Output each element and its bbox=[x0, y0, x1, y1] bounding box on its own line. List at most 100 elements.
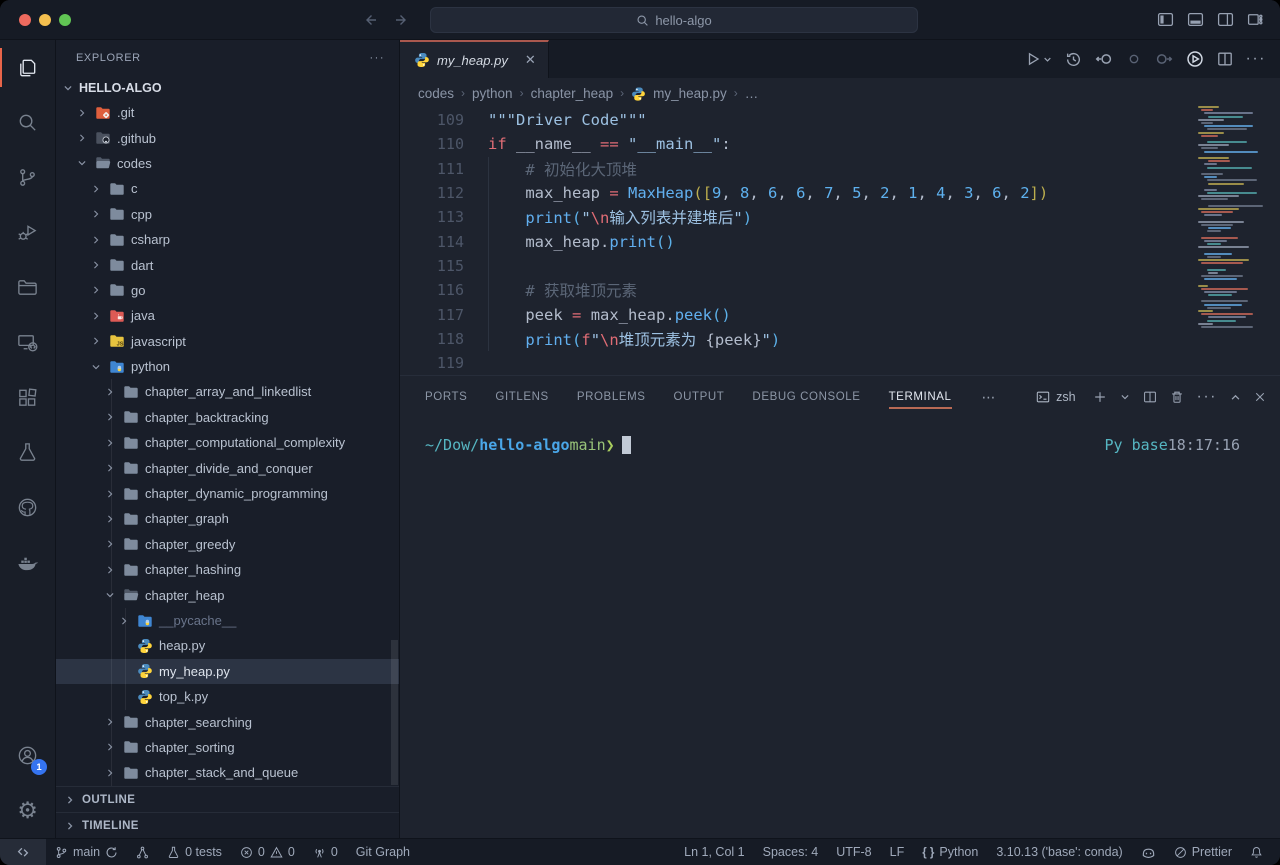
tree-item-chapter_greedy[interactable]: chapter_greedy bbox=[56, 532, 399, 557]
tree-item-chapter_sorting[interactable]: chapter_sorting bbox=[56, 735, 399, 760]
panel-tabs-more-icon[interactable]: ⋯ bbox=[982, 389, 998, 406]
breadcrumb-item[interactable]: … bbox=[745, 86, 759, 101]
tab-my-heap-py[interactable]: my_heap.py ✕ bbox=[400, 40, 549, 78]
breadcrumb-item[interactable]: chapter_heap bbox=[531, 86, 614, 101]
status-item-remote[interactable] bbox=[0, 839, 46, 865]
status-item-bell[interactable] bbox=[1241, 839, 1272, 865]
panel-tab-gitlens[interactable]: GITLENS bbox=[495, 376, 548, 418]
tree-item-chapter_array_and_linkedlist[interactable]: chapter_array_and_linkedlist bbox=[56, 379, 399, 404]
tree-item-chapter_backtracking[interactable]: chapter_backtracking bbox=[56, 405, 399, 430]
toggle-secondary-sidebar-icon[interactable] bbox=[1217, 11, 1234, 28]
breadcrumb-item[interactable]: codes bbox=[418, 86, 454, 101]
toggle-primary-sidebar-icon[interactable] bbox=[1157, 11, 1174, 28]
status-item-utf-8[interactable]: UTF-8 bbox=[827, 839, 880, 865]
status-item-ln-1-col-1[interactable]: Ln 1, Col 1 bbox=[675, 839, 753, 865]
timeline-section[interactable]: TIMELINE bbox=[56, 812, 399, 838]
panel-tab-problems[interactable]: PROBLEMS bbox=[577, 376, 646, 418]
split-terminal-icon[interactable] bbox=[1143, 390, 1157, 404]
terminal-dropdown-icon[interactable] bbox=[1120, 392, 1130, 402]
tree-item-.git[interactable]: .git bbox=[56, 100, 399, 125]
tree-item-go[interactable]: go bbox=[56, 278, 399, 303]
status-item-git-graph[interactable]: Git Graph bbox=[347, 839, 419, 865]
maximize-panel-icon[interactable] bbox=[1230, 392, 1241, 403]
status-item-branch-main-sync[interactable]: main bbox=[46, 839, 127, 865]
status-item-lf[interactable]: LF bbox=[881, 839, 914, 865]
status-item-slash-prettier[interactable]: Prettier bbox=[1165, 839, 1241, 865]
tree-item-.github[interactable]: .github bbox=[56, 125, 399, 150]
outline-section[interactable]: OUTLINE bbox=[56, 786, 399, 812]
tree-item-heap.py[interactable]: heap.py bbox=[56, 633, 399, 658]
toggle-panel-icon[interactable] bbox=[1187, 11, 1204, 28]
status-item-copilot[interactable] bbox=[1132, 839, 1165, 865]
tree-item-chapter_graph[interactable]: chapter_graph bbox=[56, 506, 399, 531]
tree-item-chapter_divide_and_conquer[interactable]: chapter_divide_and_conquer bbox=[56, 455, 399, 480]
customize-layout-icon[interactable] bbox=[1247, 11, 1264, 28]
gitlens-back-icon[interactable] bbox=[1095, 50, 1113, 68]
accounts-icon[interactable]: 1 bbox=[0, 728, 55, 783]
github-icon[interactable] bbox=[0, 480, 55, 535]
status-item-beaker-0-tests[interactable]: 0 tests bbox=[158, 839, 231, 865]
tree-item-chapter_searching[interactable]: chapter_searching bbox=[56, 709, 399, 734]
terminal-shell-item[interactable]: zsh bbox=[1036, 390, 1075, 404]
run-debug-icon[interactable] bbox=[0, 205, 55, 260]
tree-item-c[interactable]: c bbox=[56, 176, 399, 201]
close-tab-icon[interactable]: ✕ bbox=[525, 52, 536, 68]
gitlens-node-icon[interactable] bbox=[1126, 51, 1142, 67]
timeline-history-icon[interactable] bbox=[1065, 51, 1082, 68]
panel-tab-ports[interactable]: PORTS bbox=[425, 376, 467, 418]
status-item-3-10-13-base-conda-[interactable]: 3.10.13 ('base': conda) bbox=[987, 839, 1131, 865]
maximize-window-button[interactable] bbox=[59, 14, 71, 26]
panel-tab-output[interactable]: OUTPUT bbox=[674, 376, 725, 418]
status-item-spaces-4[interactable]: Spaces: 4 bbox=[754, 839, 828, 865]
testing-icon[interactable] bbox=[0, 425, 55, 480]
panel-more-actions-icon[interactable]: ··· bbox=[1197, 388, 1217, 406]
extensions-icon[interactable] bbox=[0, 370, 55, 425]
breadcrumb-item[interactable]: python bbox=[472, 86, 513, 101]
tree-item-java[interactable]: java bbox=[56, 303, 399, 328]
code-editor[interactable]: 109"""Driver Code"""110if __name__ == "_… bbox=[400, 108, 1280, 375]
close-window-button[interactable] bbox=[19, 14, 31, 26]
new-terminal-icon[interactable] bbox=[1093, 390, 1107, 404]
tree-item-chapter_dynamic_programming[interactable]: chapter_dynamic_programming bbox=[56, 481, 399, 506]
editor-more-actions-icon[interactable]: ··· bbox=[1246, 50, 1266, 68]
tree-item-chapter_heap[interactable]: chapter_heap bbox=[56, 582, 399, 607]
workspace-section-header[interactable]: HELLO-ALGO bbox=[56, 76, 399, 100]
minimize-window-button[interactable] bbox=[39, 14, 51, 26]
tree-item-chapter_computational_complexity[interactable]: chapter_computational_complexity bbox=[56, 430, 399, 455]
split-editor-icon[interactable] bbox=[1217, 51, 1233, 67]
status-item-error-0-warn-0[interactable]: 00 bbox=[231, 839, 304, 865]
tree-item-codes[interactable]: codes bbox=[56, 151, 399, 176]
breadcrumb-item[interactable]: my_heap.py bbox=[653, 86, 727, 101]
sidebar-scrollbar[interactable] bbox=[391, 640, 398, 785]
explorer-more-actions-icon[interactable]: ··· bbox=[370, 52, 386, 64]
tree-item-__pycache__[interactable]: __pycache__ bbox=[56, 608, 399, 633]
close-panel-icon[interactable] bbox=[1254, 391, 1266, 403]
forward-icon[interactable] bbox=[394, 12, 410, 28]
settings-gear-icon[interactable]: ⚙ bbox=[0, 783, 55, 838]
tree-item-chapter_hashing[interactable]: chapter_hashing bbox=[56, 557, 399, 582]
search-sidebar-icon[interactable] bbox=[0, 95, 55, 150]
remote-explorer-icon[interactable] bbox=[0, 315, 55, 370]
panel-tab-debug-console[interactable]: DEBUG CONSOLE bbox=[752, 376, 860, 418]
gitlens-forward-icon[interactable] bbox=[1155, 50, 1173, 68]
status-item-graph[interactable] bbox=[127, 839, 158, 865]
source-control-icon[interactable] bbox=[0, 150, 55, 205]
tree-item-dart[interactable]: dart bbox=[56, 252, 399, 277]
status-item-tower-0[interactable]: 0 bbox=[304, 839, 347, 865]
command-center-search[interactable]: hello-algo bbox=[430, 7, 918, 33]
run-or-debug-icon[interactable] bbox=[1186, 50, 1204, 68]
docker-icon[interactable] bbox=[0, 535, 55, 590]
tree-item-python[interactable]: python bbox=[56, 354, 399, 379]
tree-item-cpp[interactable]: cpp bbox=[56, 202, 399, 227]
terminal-content[interactable]: ~/Dow/hello-algo main ❯Py base 18:17:16 bbox=[400, 418, 1280, 838]
tree-item-chapter_stack_and_queue[interactable]: chapter_stack_and_queue bbox=[56, 760, 399, 785]
run-python-file-button[interactable] bbox=[1025, 51, 1052, 67]
minimap[interactable] bbox=[1198, 106, 1260, 334]
project-manager-icon[interactable] bbox=[0, 260, 55, 315]
explorer-icon[interactable] bbox=[0, 40, 55, 95]
back-icon[interactable] bbox=[362, 12, 378, 28]
tree-item-my_heap.py[interactable]: my_heap.py bbox=[56, 659, 399, 684]
tree-item-javascript[interactable]: JSjavascript bbox=[56, 329, 399, 354]
status-item-braces-python[interactable]: { }Python bbox=[913, 839, 987, 865]
tree-item-top_k.py[interactable]: top_k.py bbox=[56, 684, 399, 709]
